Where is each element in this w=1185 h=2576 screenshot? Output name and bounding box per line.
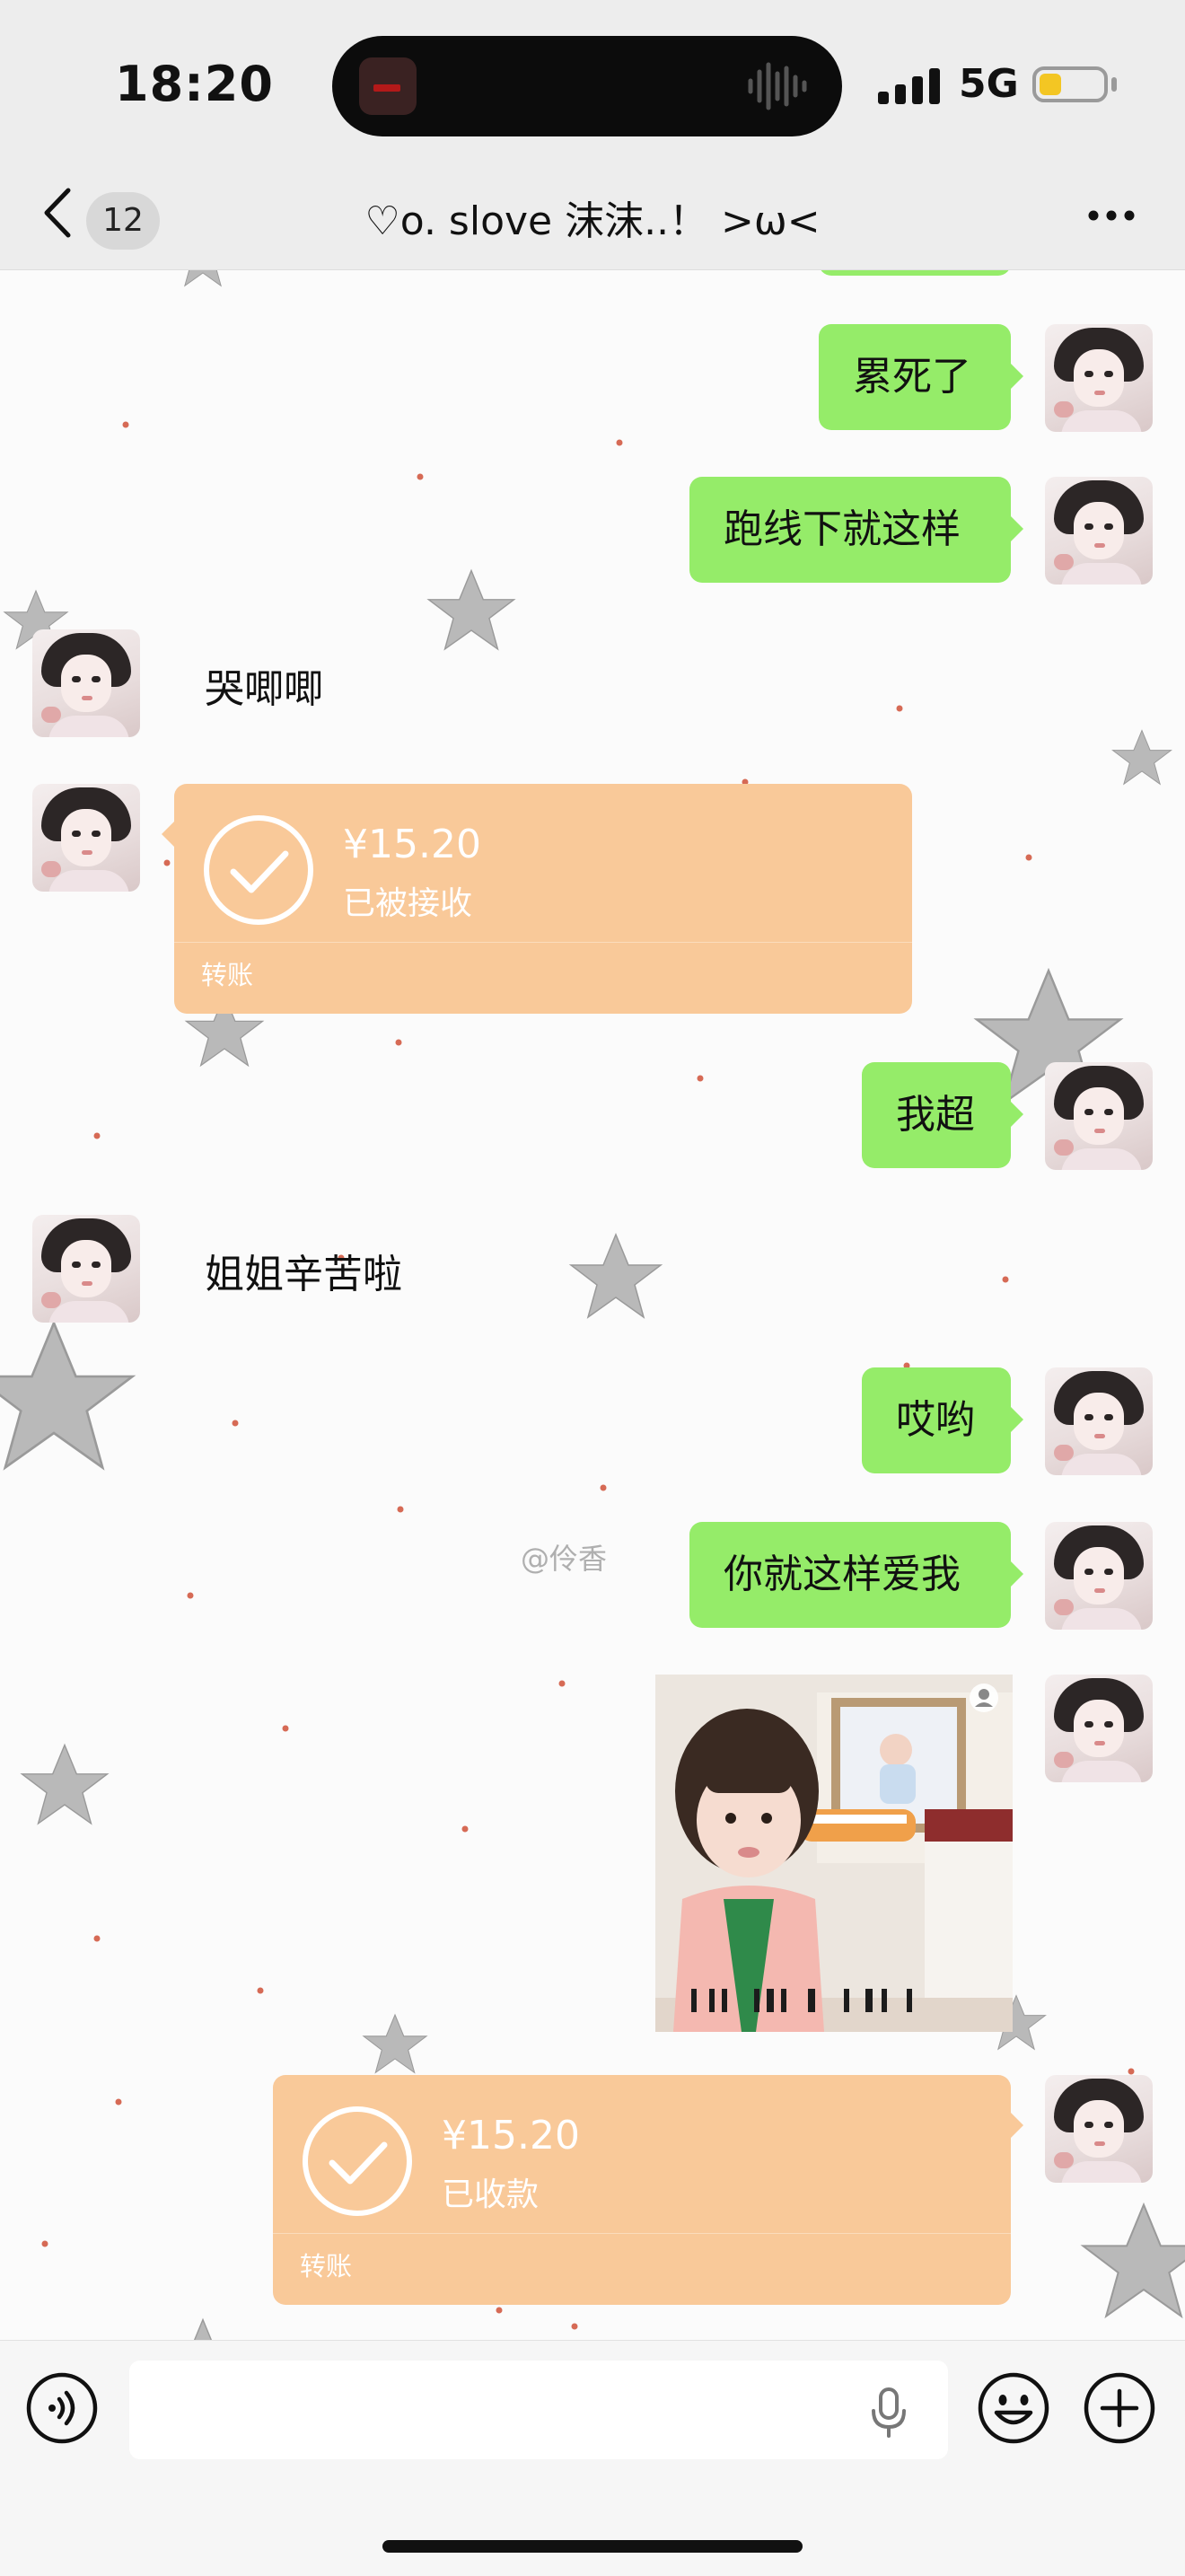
message-input[interactable] <box>129 2361 948 2459</box>
message-bubble-outgoing[interactable]: 跑线下就这样 <box>689 477 1023 583</box>
previous-message-bubble <box>819 270 1011 276</box>
avatar-self[interactable] <box>1045 1062 1153 1170</box>
dynamic-island[interactable] <box>332 36 842 136</box>
message-input-bar <box>0 2340 1185 2576</box>
message-text: 你就这样爱我 <box>724 1552 961 1597</box>
message-text: 累死了 <box>853 354 971 400</box>
check-circle-icon <box>204 815 313 925</box>
transfer-card-outgoing[interactable]: ¥15.20 已收款 转账 <box>273 2075 1023 2305</box>
voice-mode-icon[interactable] <box>25 2371 99 2445</box>
now-playing-thumbnail <box>359 57 417 115</box>
unread-count-badge[interactable]: 12 <box>86 192 160 250</box>
battery-low-icon <box>1032 66 1108 102</box>
battery-tip <box>1111 77 1117 92</box>
chevron-left-icon[interactable] <box>40 183 75 242</box>
audio-wave-icon <box>748 62 807 110</box>
weibo-watermark: @伶香 <box>521 1542 608 1576</box>
avatar-self[interactable] <box>1045 1675 1153 1782</box>
avatar-contact[interactable] <box>32 629 140 737</box>
status-time: 18:20 <box>115 56 274 112</box>
message-text: 跑线下就这样 <box>724 506 961 552</box>
sticker-toddler-image[interactable] <box>655 1675 1013 2032</box>
sticker-user-icon <box>970 1684 998 1712</box>
avatar-self[interactable] <box>1045 2075 1153 2183</box>
network-type: 5G <box>959 61 1019 107</box>
chat-header: 12 ♡o. slove 沫沫..！ >ω< <box>0 162 1185 270</box>
plus-icon[interactable] <box>1083 2371 1156 2445</box>
transfer-status: 已被接收 <box>343 885 473 922</box>
emoji-icon[interactable] <box>977 2371 1050 2445</box>
avatar-self[interactable] <box>1045 1367 1153 1475</box>
message-text-incoming[interactable]: 姐姐辛苦啦 <box>205 1242 402 1299</box>
message-text-incoming[interactable]: 哭唧唧 <box>205 656 323 714</box>
home-indicator[interactable] <box>382 2540 803 2553</box>
microphone-icon[interactable] <box>869 2387 908 2438</box>
avatar-self[interactable] <box>1045 1522 1153 1630</box>
message-bubble-outgoing[interactable]: 哎哟 <box>862 1367 1023 1473</box>
transfer-amount: ¥15.20 <box>343 822 481 867</box>
message-bubble-outgoing[interactable]: 累死了 <box>819 324 1023 430</box>
chat-message-list[interactable]: 累死了 跑线下就这样 哭唧唧 ¥15.20 已被接收 转账 我超 姐姐辛苦啦 哎… <box>0 270 1185 2340</box>
chat-title: ♡o. slove 沫沫..！ >ω< <box>364 198 821 244</box>
message-bubble-outgoing[interactable]: 你就这样爱我 <box>689 1522 1023 1628</box>
avatar-contact[interactable] <box>32 1215 140 1323</box>
message-text: 我超 <box>896 1092 975 1138</box>
check-circle-icon <box>303 2106 412 2216</box>
transfer-label: 转账 <box>201 960 254 990</box>
cellular-signal-icon <box>878 68 940 104</box>
sticker-illustration <box>655 1675 1013 2032</box>
message-text: 哎哟 <box>896 1397 975 1443</box>
message-bubble-outgoing[interactable]: 我超 <box>862 1062 1023 1168</box>
transfer-status: 已收款 <box>442 2176 540 2213</box>
avatar-self[interactable] <box>1045 477 1153 585</box>
avatar-contact[interactable] <box>32 784 140 892</box>
transfer-card-incoming[interactable]: ¥15.20 已被接收 转账 <box>162 784 912 1014</box>
transfer-label: 转账 <box>300 2251 353 2281</box>
avatar-self[interactable] <box>1045 324 1153 432</box>
transfer-amount: ¥15.20 <box>442 2113 580 2158</box>
status-bar: 18:20 5G <box>0 0 1185 162</box>
more-dots-icon[interactable] <box>1086 208 1137 223</box>
